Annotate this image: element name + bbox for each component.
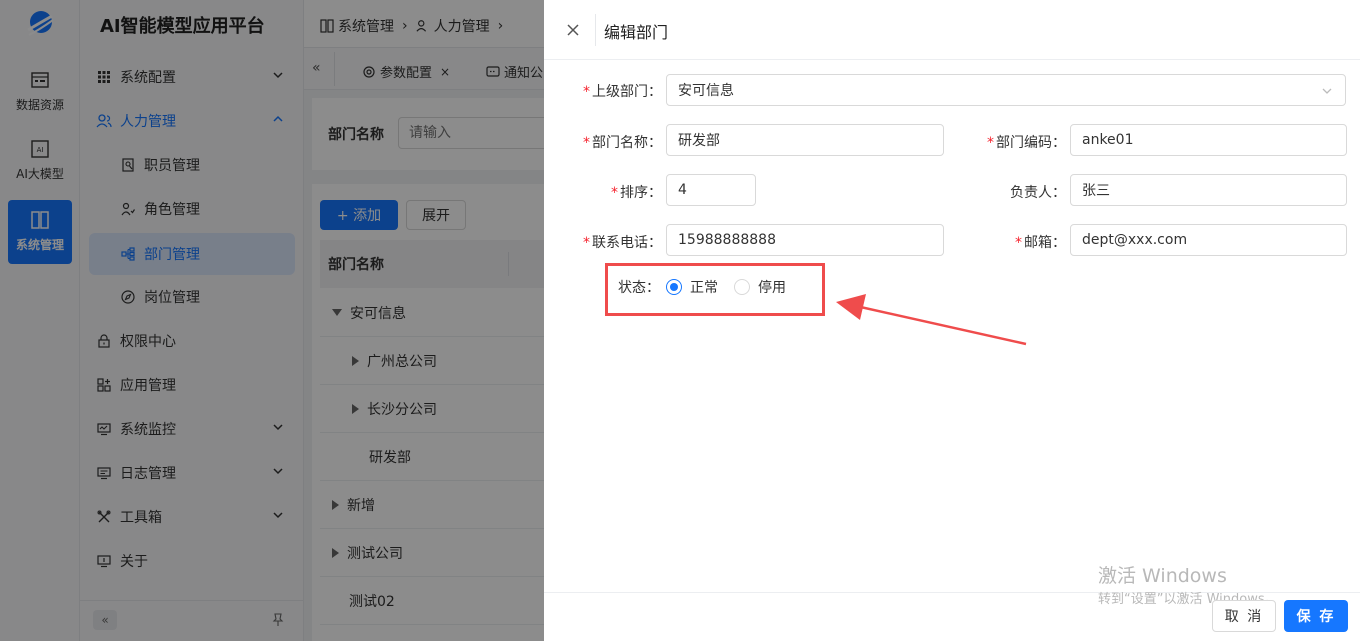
- dept-name-label: * 部门名称：: [583, 135, 662, 151]
- email-input[interactable]: dept@xxx.com: [1070, 224, 1347, 256]
- parent-dept-label: * 上级部门：: [583, 84, 662, 100]
- dept-name-input[interactable]: 研发部: [666, 124, 944, 156]
- drawer-mask[interactable]: [0, 0, 544, 641]
- leader-label: 负责人：: [1010, 185, 1066, 201]
- windows-watermark-title: 激活 Windows: [1098, 565, 1227, 587]
- required-mark: *: [583, 84, 590, 100]
- sort-input[interactable]: 4: [666, 174, 756, 206]
- header-divider: [595, 14, 596, 46]
- annotation-arrow-icon: [836, 294, 1027, 346]
- annotation-highlight-box: [605, 263, 825, 316]
- cancel-button[interactable]: 取 消: [1212, 600, 1276, 632]
- parent-dept-select[interactable]: 安可信息: [666, 74, 1346, 106]
- leader-input[interactable]: 张三: [1070, 174, 1347, 206]
- phone-label: * 联系电话：: [583, 235, 662, 251]
- sort-label: * 排序：: [611, 185, 662, 201]
- dept-code-label: * 部门编码：: [987, 135, 1066, 151]
- dept-code-input[interactable]: anke01: [1070, 124, 1347, 156]
- drawer-title: 编辑部门: [604, 23, 669, 42]
- phone-input[interactable]: 15988888888: [666, 224, 944, 256]
- chevron-down-icon: [1322, 88, 1332, 94]
- close-icon[interactable]: [563, 20, 583, 40]
- save-button[interactable]: 保 存: [1284, 600, 1348, 632]
- email-label: * 邮箱：: [1015, 235, 1066, 251]
